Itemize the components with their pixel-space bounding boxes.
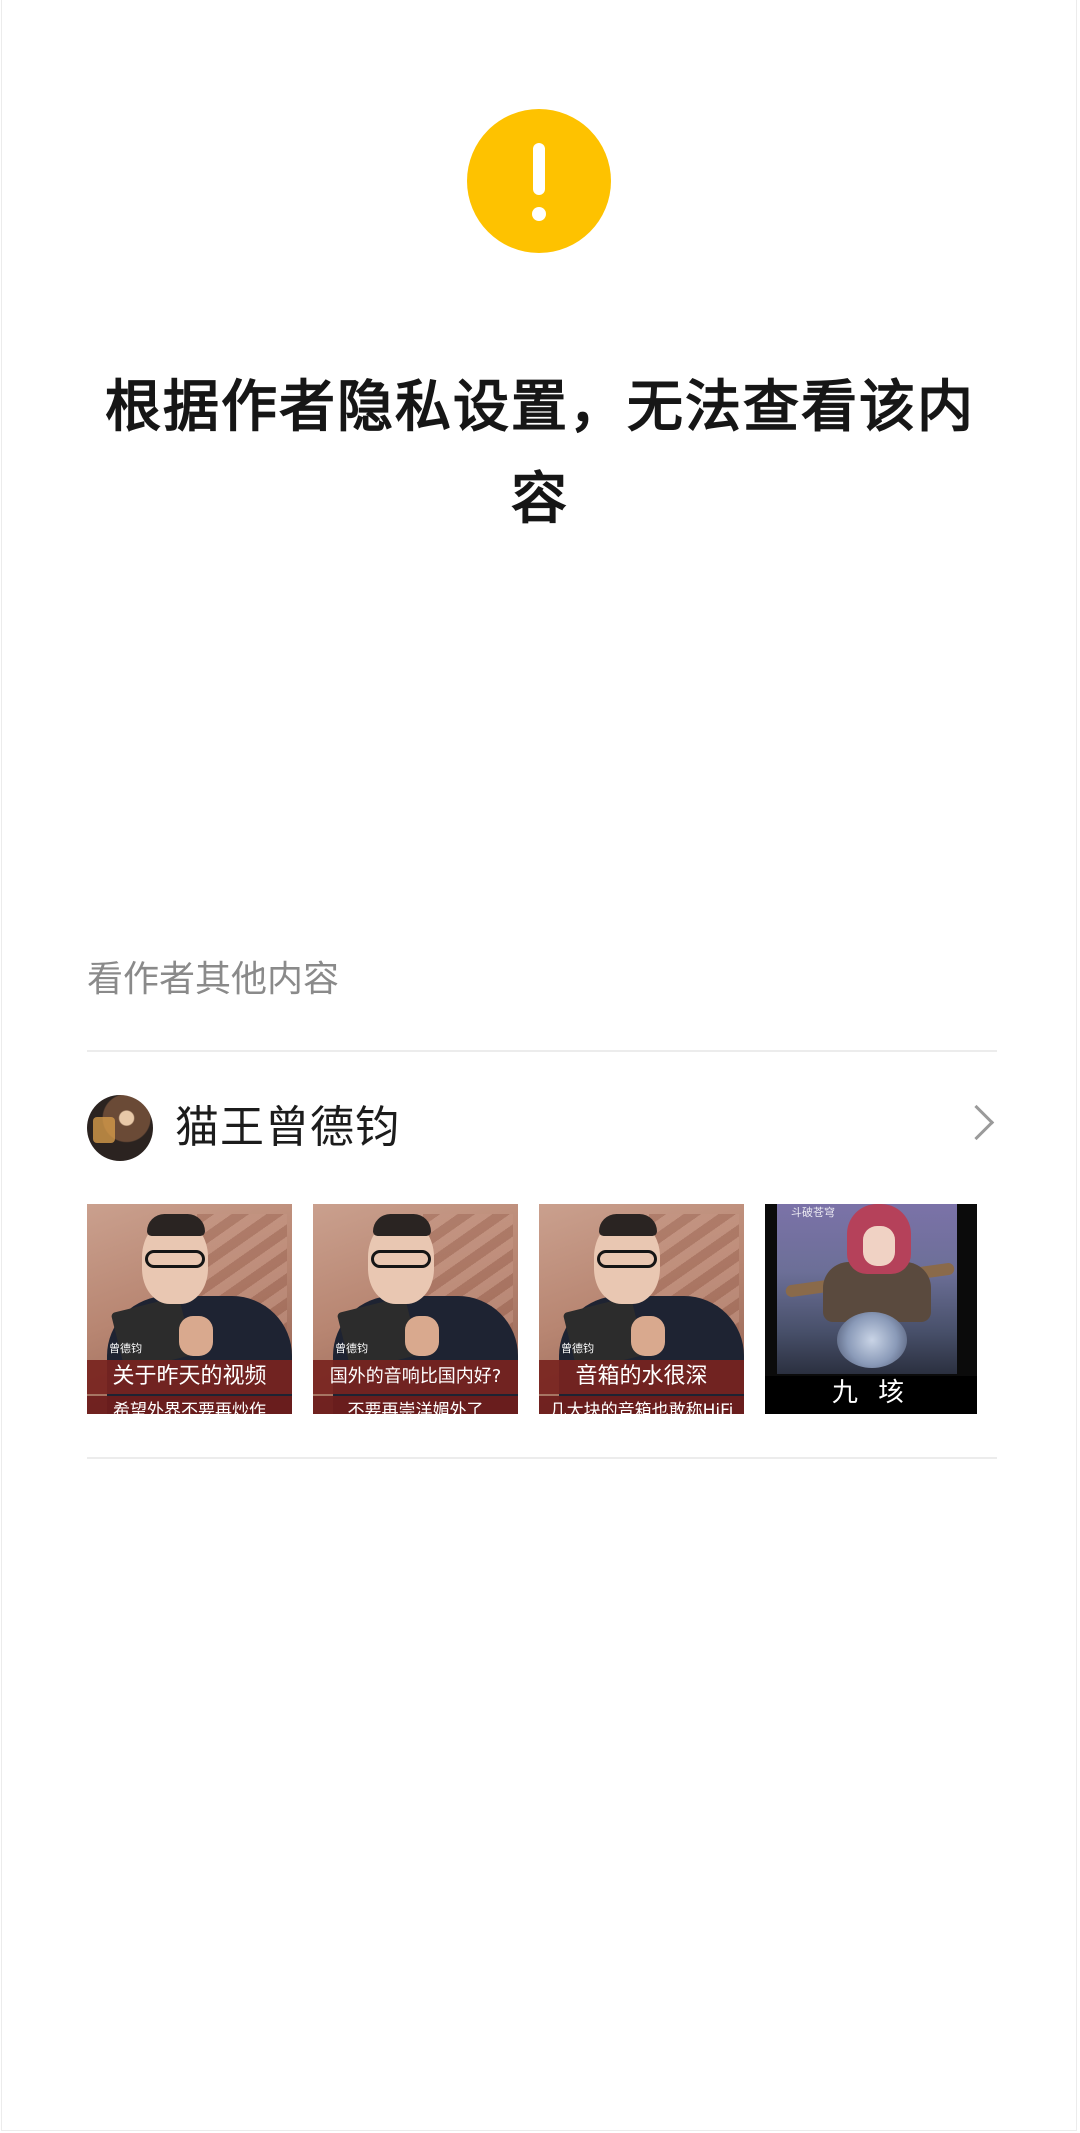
thumbnail-subcaption: 不要再崇洋媚外了 xyxy=(313,1396,518,1414)
author-row[interactable]: 猫王曾德钧 xyxy=(87,1094,997,1162)
warning-icon-dot xyxy=(532,207,546,221)
thumbnail-badge: 斗破苍穹 xyxy=(791,1206,835,1219)
chevron-right-icon[interactable] xyxy=(958,1104,995,1141)
thumbnail-brand: 曾德钧 xyxy=(109,1342,142,1355)
hand-image xyxy=(631,1316,665,1356)
thumbnail-brand: 曾德钧 xyxy=(561,1342,594,1355)
avatar[interactable] xyxy=(87,1095,153,1161)
thumbnail-strip: 曾德钧 关于昨天的视频 希望外界不要再炒作 曾德钧 国外的音响比国内好? 不要再… xyxy=(87,1204,997,1414)
avatar-image-detail xyxy=(93,1117,115,1143)
warning-icon xyxy=(467,109,611,253)
thumbnail-caption: 关于昨天的视频 xyxy=(87,1360,292,1394)
orb-image xyxy=(837,1312,907,1368)
video-thumbnail-4[interactable]: 斗破苍穹 九 垓 xyxy=(765,1204,977,1414)
glasses-image xyxy=(597,1250,657,1268)
thumbnail-subcaption: 希望外界不要再炒作 xyxy=(87,1396,292,1414)
section-label: 看作者其他内容 xyxy=(87,959,340,1000)
person-hair xyxy=(373,1214,431,1236)
video-thumbnail-1[interactable]: 曾德钧 关于昨天的视频 希望外界不要再炒作 xyxy=(87,1204,292,1414)
person-hair xyxy=(147,1214,205,1236)
thumbnail-caption: 音箱的水很深 xyxy=(539,1360,744,1394)
author-name[interactable]: 猫王曾德钧 xyxy=(175,1098,400,1158)
person-hair xyxy=(599,1214,657,1236)
page-frame xyxy=(1,0,1077,2131)
top-divider xyxy=(87,1050,997,1052)
glasses-image xyxy=(371,1250,431,1268)
thumbnail-brand: 曾德钧 xyxy=(335,1342,368,1355)
thumbnail-caption: 九 垓 xyxy=(765,1376,977,1414)
video-thumbnail-2[interactable]: 曾德钧 国外的音响比国内好? 不要再崇洋媚外了 xyxy=(313,1204,518,1414)
bottom-divider xyxy=(87,1457,997,1459)
thumbnail-caption: 国外的音响比国内好? xyxy=(313,1360,518,1394)
hand-image xyxy=(179,1316,213,1356)
video-thumbnail-3[interactable]: 曾德钧 音箱的水很深 几大块的音箱也敢称HiFi xyxy=(539,1204,744,1414)
privacy-message: 根据作者隐私设置，无法查看该内容 xyxy=(105,375,975,532)
character-face xyxy=(863,1226,895,1266)
game-artwork: 斗破苍穹 xyxy=(777,1204,957,1374)
glasses-image xyxy=(145,1250,205,1268)
hand-image xyxy=(405,1316,439,1356)
thumbnail-subcaption: 几大块的音箱也敢称HiFi xyxy=(539,1396,744,1414)
warning-icon-bar xyxy=(533,143,545,195)
